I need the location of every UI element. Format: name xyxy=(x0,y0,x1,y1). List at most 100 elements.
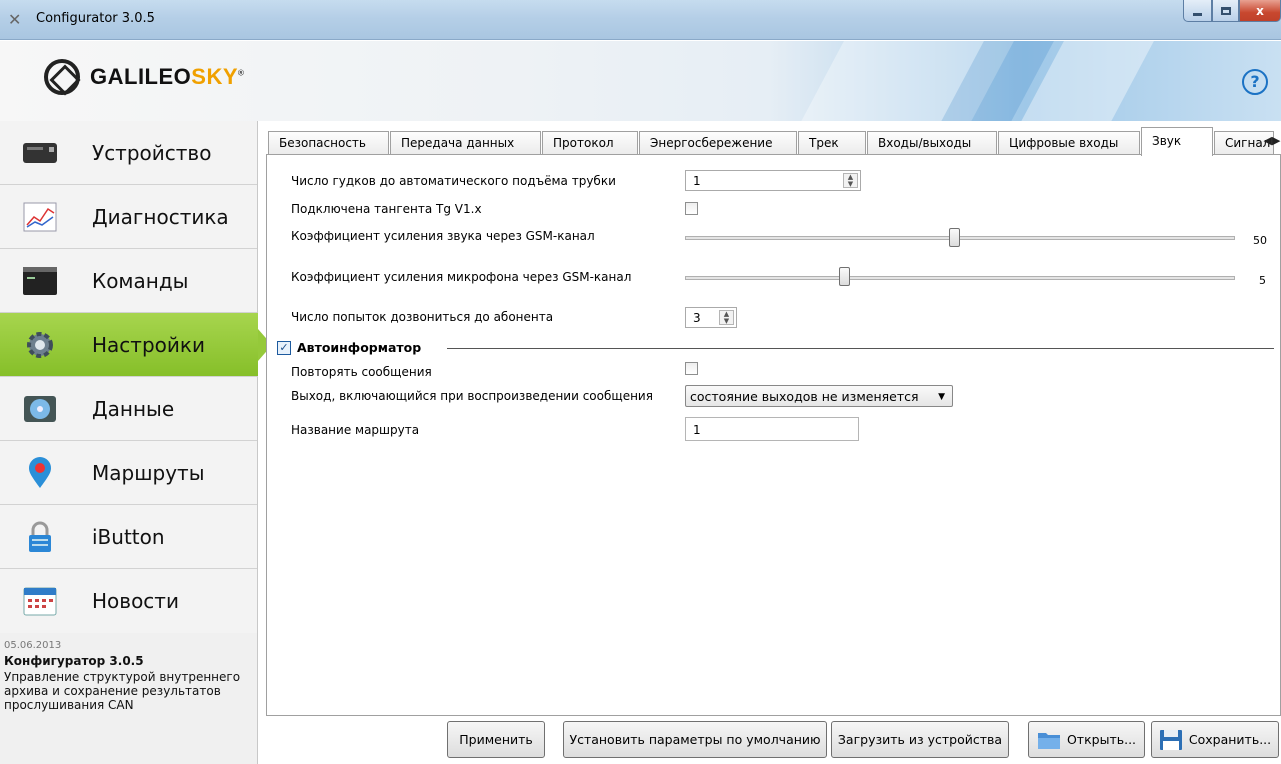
settings-tabs: Безопасность Передача данных Протокол Эн… xyxy=(266,127,1281,156)
news-title[interactable]: Конфигуратор 3.0.5 xyxy=(4,654,144,668)
output-label: Выход, включающийся при воспроизведении … xyxy=(291,389,653,403)
gsm-gain-slider[interactable] xyxy=(685,236,1235,240)
chevron-right-icon[interactable]: ▶ xyxy=(1272,134,1280,147)
gear-icon xyxy=(27,332,53,358)
galileosky-logo: GALILEOSKY® xyxy=(44,59,244,95)
save-button-label: Сохранить... xyxy=(1188,732,1272,747)
header-banner: GALILEOSKY® ? xyxy=(0,41,1281,121)
lock-icon xyxy=(29,521,51,552)
sidebar-item-diagnostics[interactable]: Диагностика xyxy=(0,185,257,249)
tab-inputs-outputs[interactable]: Входы/выходы xyxy=(867,131,997,155)
spin-arrows-icon[interactable]: ▲ ▼ xyxy=(719,310,734,325)
tangent-label: Подключена тангента Tg V1.x xyxy=(291,202,482,216)
title-bar: ✕ Configurator 3.0.5 x xyxy=(0,0,1281,40)
chevron-left-icon[interactable]: ◀ xyxy=(1264,134,1272,147)
output-select[interactable]: состояние выходов не изменяется ▼ xyxy=(685,385,953,407)
help-icon[interactable]: ? xyxy=(1242,69,1268,95)
set-defaults-button-label: Установить параметры по умолчанию xyxy=(569,732,821,747)
logo-text-accent: SKY xyxy=(191,64,239,89)
sound-settings-panel: Число гудков до автоматического подъёма … xyxy=(266,154,1281,716)
gsm-gain-value: 50 xyxy=(1253,234,1267,247)
sidebar-item-label: Новости xyxy=(92,589,179,613)
close-button[interactable]: x xyxy=(1239,0,1281,22)
sidebar-item-label: Данные xyxy=(92,397,175,421)
dial-attempts-label: Число попыток дозвониться до абонента xyxy=(291,310,554,324)
save-button[interactable]: Сохранить... xyxy=(1151,721,1279,758)
route-name-label: Название маршрута xyxy=(291,423,420,437)
autoinformer-label: Автоинформатор xyxy=(297,340,422,355)
maximize-icon xyxy=(1220,6,1231,15)
apply-button[interactable]: Применить xyxy=(447,721,545,758)
window-title: Configurator 3.0.5 xyxy=(36,11,155,26)
sidebar-item-label: Команды xyxy=(92,269,189,293)
mic-gain-slider[interactable] xyxy=(685,276,1235,280)
tangent-checkbox[interactable] xyxy=(685,202,698,215)
tab-label: Звук xyxy=(1152,134,1182,148)
tab-label: Протокол xyxy=(553,136,614,150)
sidebar-item-label: Маршруты xyxy=(92,461,205,485)
terminal-icon xyxy=(23,267,57,295)
tab-data-transfer[interactable]: Передача данных xyxy=(390,131,541,155)
load-from-device-button[interactable]: Загрузить из устройства xyxy=(831,721,1009,758)
autoinformer-checkbox[interactable]: ✓ xyxy=(277,341,291,355)
sidebar-item-data[interactable]: Данные xyxy=(0,377,257,441)
maximize-button[interactable] xyxy=(1212,0,1239,22)
repeat-messages-label: Повторять сообщения xyxy=(291,365,432,379)
minimize-icon xyxy=(1193,13,1202,16)
apply-button-label: Применить xyxy=(459,732,533,747)
output-select-value: состояние выходов не изменяется xyxy=(690,389,919,404)
close-icon: x xyxy=(1256,3,1264,18)
dial-attempts-spinbox[interactable]: 3 ▲ ▼ xyxy=(685,307,737,328)
device-icon xyxy=(23,143,57,163)
sidebar-item-routes[interactable]: Маршруты xyxy=(0,441,257,505)
sidebar-item-label: Настройки xyxy=(92,333,205,357)
tab-sound[interactable]: Звук xyxy=(1141,127,1213,156)
folder-icon xyxy=(1037,732,1060,749)
repeat-messages-checkbox[interactable] xyxy=(685,362,698,375)
logo-trademark: ® xyxy=(238,68,245,78)
tab-label: Цифровые входы xyxy=(1009,136,1119,150)
group-divider xyxy=(447,348,1274,349)
sidebar-item-ibutton[interactable]: iButton xyxy=(0,505,257,569)
tab-label: Безопасность xyxy=(279,136,366,150)
open-button[interactable]: Открыть... xyxy=(1028,721,1145,758)
sidebar-item-label: Устройство xyxy=(92,141,212,165)
tab-security[interactable]: Безопасность xyxy=(268,131,389,155)
chevron-down-icon: ▼ xyxy=(938,392,945,402)
logo-text: GALILEOSKY® xyxy=(90,64,244,90)
tab-power-saving[interactable]: Энергосбережение xyxy=(639,131,797,155)
set-defaults-button[interactable]: Установить параметры по умолчанию xyxy=(563,721,827,758)
sidebar-item-label: iButton xyxy=(92,525,165,549)
tab-track[interactable]: Трек xyxy=(798,131,866,155)
news-date: 05.06.2013 xyxy=(4,640,62,651)
tab-label: Входы/выходы xyxy=(878,136,972,150)
route-name-input[interactable]: 1 xyxy=(685,417,859,441)
save-disk-icon xyxy=(1159,729,1182,750)
sidebar-item-label: Диагностика xyxy=(92,205,229,229)
sidebar-item-settings[interactable]: Настройки xyxy=(0,313,272,377)
spin-arrows-icon[interactable]: ▲ ▼ xyxy=(843,173,858,188)
logo-mark-icon xyxy=(44,59,80,95)
sidebar-item-news[interactable]: Новости xyxy=(0,569,257,633)
tab-protocol[interactable]: Протокол xyxy=(542,131,638,155)
sidebar: Устройство Диагностика Команды Настройки… xyxy=(0,121,272,764)
tab-scroll-arrows[interactable]: ◀▶ xyxy=(1263,131,1281,151)
calendar-icon xyxy=(23,587,57,616)
dial-attempts-value: 3 xyxy=(693,311,701,325)
sidebar-item-device[interactable]: Устройство xyxy=(0,121,257,185)
disk-icon xyxy=(24,396,56,422)
gsm-gain-slider-thumb[interactable] xyxy=(949,228,960,247)
minimize-button[interactable] xyxy=(1183,0,1212,22)
tab-label: Энергосбережение xyxy=(650,136,773,150)
map-pin-icon xyxy=(29,457,51,488)
rings-value: 1 xyxy=(693,174,701,188)
mic-gain-value: 5 xyxy=(1259,274,1266,287)
tab-label: Передача данных xyxy=(401,136,515,150)
mic-gain-label: Коэффициент усиления микрофона через GSM… xyxy=(291,270,632,284)
sidebar-item-commands[interactable]: Команды xyxy=(0,249,257,313)
tab-digital-inputs[interactable]: Цифровые входы xyxy=(998,131,1140,155)
gsm-gain-label: Коэффициент усиления звука через GSM-кан… xyxy=(291,229,595,243)
rings-spinbox[interactable]: 1 ▲ ▼ xyxy=(685,170,861,191)
chart-icon xyxy=(23,202,57,232)
mic-gain-slider-thumb[interactable] xyxy=(839,267,850,286)
